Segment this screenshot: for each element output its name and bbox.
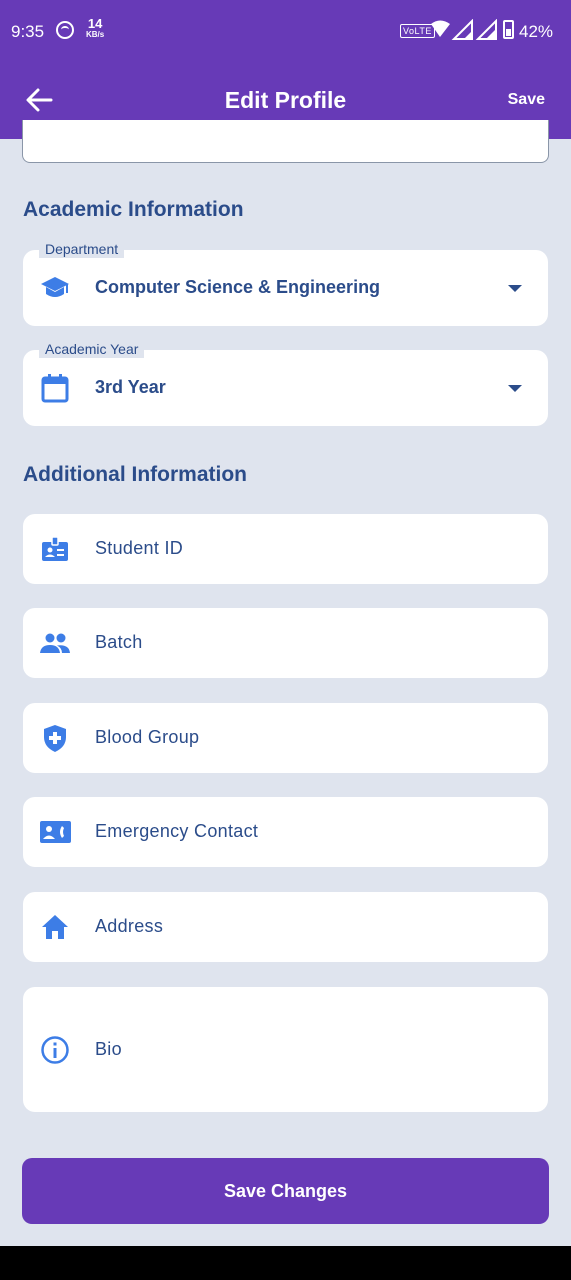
medical-shield-icon <box>44 725 66 752</box>
save-changes-button[interactable]: Save Changes <box>22 1158 549 1224</box>
academic-year-value: 3rd Year <box>95 377 166 397</box>
contact-phone-icon <box>40 821 71 843</box>
home-icon <box>42 915 68 939</box>
network-speed-unit: KB/s <box>86 30 105 39</box>
batch-field[interactable]: Batch <box>23 608 548 678</box>
save-button[interactable]: Save <box>508 91 545 109</box>
page-title: Edit Profile <box>224 87 347 113</box>
info-icon <box>41 1036 69 1064</box>
badge-icon <box>42 536 68 561</box>
student-id-label: Student ID <box>95 538 184 558</box>
bio-field[interactable]: Bio <box>23 987 548 1112</box>
emergency-contact-field[interactable]: Emergency Contact <box>23 797 548 867</box>
system-navigation-bar <box>0 1246 571 1280</box>
network-speed: 14 KB/s <box>86 16 105 39</box>
app-bar: 9:35 14 KB/s VoLTE 42% Edit Profile Save <box>0 0 571 139</box>
wifi-icon <box>431 20 450 37</box>
department-select[interactable]: Department Computer Science & Engineerin… <box>23 240 548 326</box>
student-id-field[interactable]: Student ID <box>23 514 548 584</box>
additional-section-title: Additional Information <box>23 463 247 486</box>
status-bar: 9:35 14 KB/s VoLTE 42% <box>0 0 571 62</box>
address-field[interactable]: Address <box>23 892 548 962</box>
dropdown-caret-icon[interactable] <box>508 385 522 392</box>
academic-section-title: Academic Information <box>23 198 244 221</box>
batch-label: Batch <box>95 632 143 652</box>
school-icon <box>41 277 69 297</box>
battery-percent: 42% <box>519 22 554 41</box>
blood-group-field[interactable]: Blood Group <box>23 703 548 773</box>
app-notification-icon <box>56 21 74 39</box>
academic-year-select[interactable]: Academic Year 3rd Year <box>23 340 548 426</box>
network-speed-value: 14 <box>87 16 103 31</box>
signal-icons <box>431 19 497 40</box>
emergency-contact-label: Emergency Contact <box>95 821 259 841</box>
dropdown-caret-icon[interactable] <box>508 285 522 292</box>
previous-input-field[interactable] <box>22 120 549 163</box>
academic-year-label: Academic Year <box>39 340 145 358</box>
group-icon <box>40 633 70 653</box>
department-value: Computer Science & Engineering <box>95 277 381 297</box>
battery-icon <box>503 20 514 39</box>
calendar-icon <box>41 374 69 403</box>
address-label: Address <box>95 916 164 936</box>
bio-label: Bio <box>95 1039 122 1059</box>
department-label: Department <box>39 240 125 258</box>
status-time: 9:35 <box>11 22 45 41</box>
blood-group-label: Blood Group <box>95 727 200 747</box>
